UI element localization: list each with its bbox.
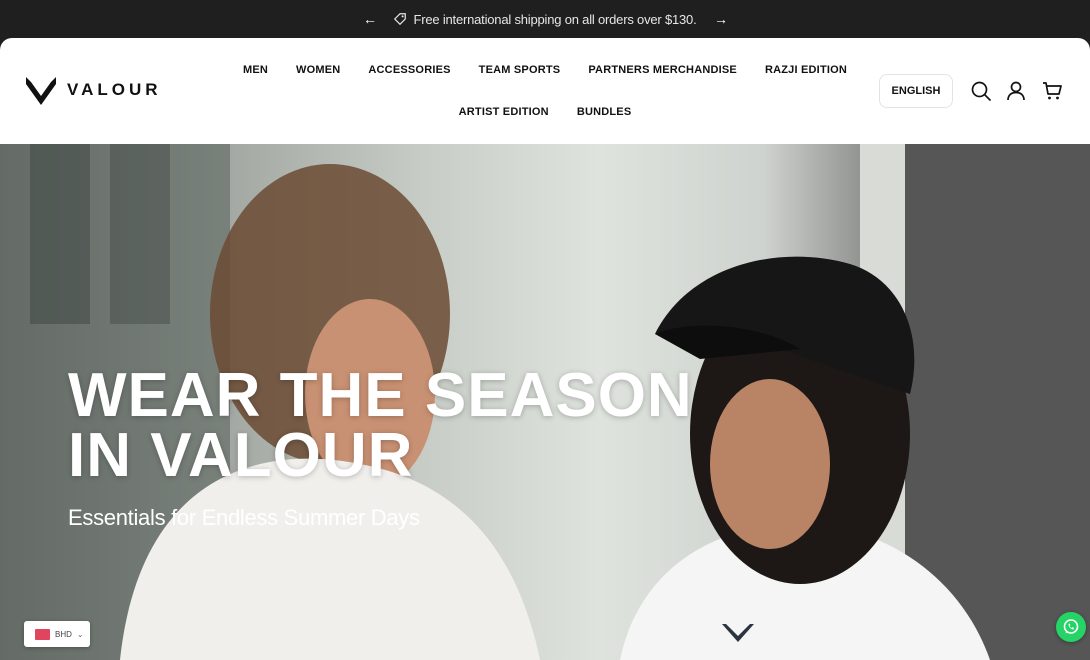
main-navigation: MEN WOMEN ACCESSORIES TEAM SPORTS PARTNE… <box>205 58 885 124</box>
valour-logo-icon <box>26 77 56 105</box>
nav-item-partners-merchandise[interactable]: PARTNERS MERCHANDISE <box>574 58 751 82</box>
language-selector-button[interactable]: ENGLISH <box>879 74 953 108</box>
cart-icon[interactable] <box>1041 80 1063 102</box>
currency-code: BHD <box>55 629 72 639</box>
hero-banner[interactable]: WEAR THE SEASON IN VALOUR Essentials for… <box>0 144 1090 660</box>
whatsapp-button[interactable] <box>1056 612 1086 642</box>
announcement-text: Free international shipping on all order… <box>413 11 697 27</box>
nav-item-team-sports[interactable]: TEAM SPORTS <box>465 58 575 82</box>
whatsapp-icon <box>1063 619 1079 634</box>
valour-logo[interactable]: VALOUR <box>25 74 162 106</box>
arrow-left-icon[interactable]: ← <box>360 9 380 29</box>
bahrain-flag-icon <box>35 628 50 640</box>
hero-title: WEAR THE SEASON IN VALOUR <box>68 361 693 490</box>
nav-item-razji-edition[interactable]: RAZJI EDITION <box>751 58 861 82</box>
currency-selector[interactable]: BHD ⌄ <box>24 621 90 647</box>
nav-item-accessories[interactable]: ACCESSORIES <box>354 58 464 82</box>
arrow-right-icon[interactable]: → <box>711 9 731 29</box>
nav-item-artist-edition[interactable]: ARTIST EDITION <box>445 100 563 124</box>
account-icon[interactable] <box>1005 80 1027 102</box>
announcement-message: Free international shipping on all order… <box>393 11 697 27</box>
hero-title-line-1: WEAR THE SEASON <box>68 361 693 430</box>
chevron-down-icon: ⌄ <box>76 629 84 639</box>
announcement-bar: ← Free international shipping on all ord… <box>0 0 1090 38</box>
nav-item-men[interactable]: MEN <box>229 58 282 82</box>
logo-text: VALOUR <box>67 80 162 99</box>
nav-item-women[interactable]: WOMEN <box>282 58 354 82</box>
site-header: VALOUR MEN WOMEN ACCESSORIES TEAM SPORTS… <box>0 38 1090 144</box>
hero-title-line-2: IN VALOUR <box>68 421 414 490</box>
nav-item-bundles[interactable]: BUNDLES <box>563 100 646 124</box>
search-icon[interactable] <box>970 80 992 102</box>
hero-subtitle: Essentials for Endless Summer Days <box>68 505 420 530</box>
shipping-tag-icon <box>394 13 407 26</box>
